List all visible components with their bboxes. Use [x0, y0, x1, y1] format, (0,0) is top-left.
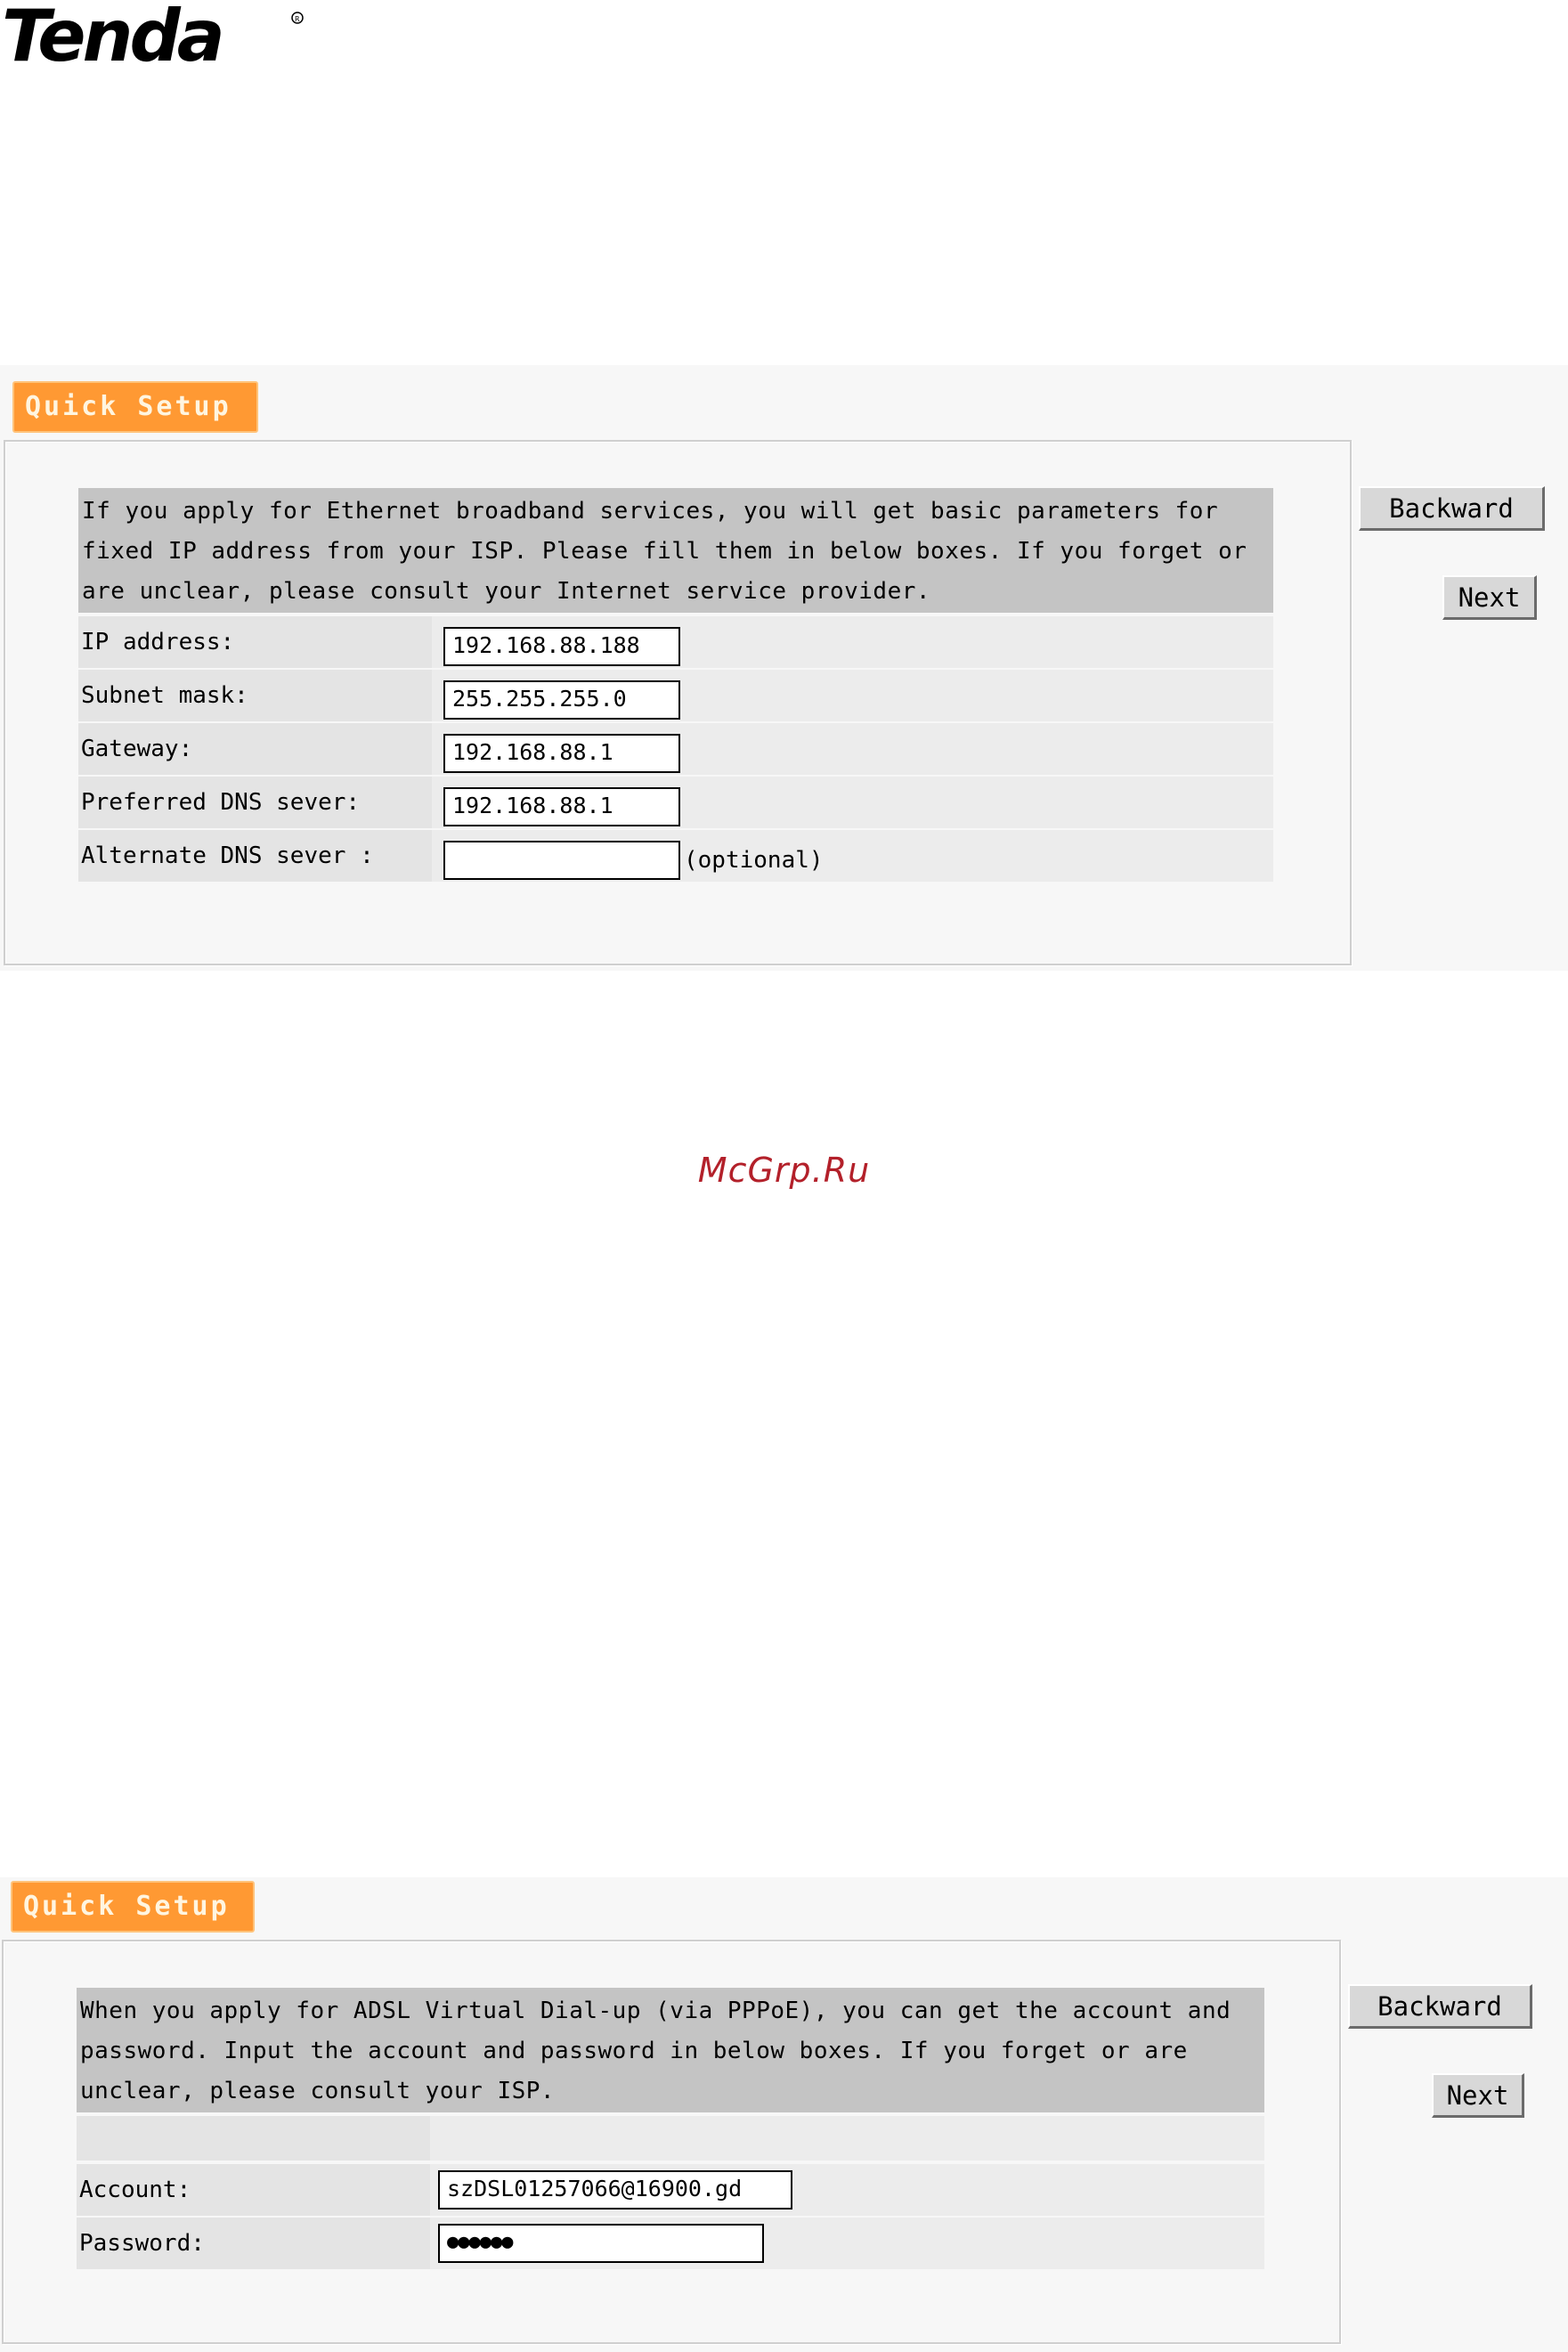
password-input[interactable]: ●●●●●●: [438, 2224, 764, 2263]
logo-text: Tenda: [2, 0, 222, 71]
backward-button[interactable]: Backward: [1359, 486, 1545, 531]
next-button[interactable]: Next: [1442, 575, 1537, 620]
static-ip-description: If you apply for Ethernet broadband serv…: [78, 488, 1273, 613]
preferred-dns-label: Preferred DNS sever:: [78, 777, 432, 828]
gateway-input[interactable]: 192.168.88.1: [443, 734, 680, 773]
preferred-dns-input[interactable]: 192.168.88.1: [443, 787, 680, 826]
field-row-preferred-dns: Preferred DNS sever: 192.168.88.1: [78, 777, 1273, 828]
optional-hint: (optional): [684, 847, 824, 874]
field-row-spacer: [77, 2116, 1264, 2161]
subnet-mask-input[interactable]: 255.255.255.0: [443, 680, 680, 720]
alternate-dns-label: Alternate DNS sever :: [78, 830, 432, 882]
backward-button[interactable]: Backward: [1348, 1984, 1532, 2029]
svg-text:R: R: [295, 15, 300, 23]
watermark-text: McGrp.Ru: [697, 1151, 871, 1190]
account-input[interactable]: szDSL01257066@16900.gd: [438, 2170, 792, 2210]
field-row-ip-address: IP address: 192.168.88.188: [78, 616, 1273, 668]
field-row-alternate-dns: Alternate DNS sever : (optional): [78, 830, 1273, 882]
quick-setup-tab: Quick Setup: [11, 1881, 255, 1933]
next-button[interactable]: Next: [1432, 2073, 1524, 2118]
pppoe-description: When you apply for ADSL Virtual Dial-up …: [77, 1988, 1264, 2112]
field-row-subnet-mask: Subnet mask: 255.255.255.0: [78, 670, 1273, 721]
static-ip-panel: Quick Setup If you apply for Ethernet br…: [0, 365, 1568, 971]
field-row-gateway: Gateway: 192.168.88.1: [78, 723, 1273, 775]
gateway-label: Gateway:: [78, 723, 432, 775]
tenda-logo: Tenda R: [2, 0, 304, 71]
password-label: Password:: [77, 2218, 430, 2269]
quick-setup-tab: Quick Setup: [12, 381, 258, 433]
alternate-dns-input[interactable]: [443, 841, 680, 880]
field-row-account: Account: szDSL01257066@16900.gd: [77, 2164, 1264, 2216]
ip-address-label: IP address:: [78, 616, 432, 668]
field-row-password: Password: ●●●●●●: [77, 2218, 1264, 2269]
ip-address-input[interactable]: 192.168.88.188: [443, 627, 680, 666]
pppoe-panel: Quick Setup When you apply for ADSL Virt…: [0, 1877, 1568, 2352]
account-label: Account:: [77, 2164, 430, 2216]
spacer-label-cell: [77, 2116, 430, 2161]
subnet-mask-label: Subnet mask:: [78, 670, 432, 721]
